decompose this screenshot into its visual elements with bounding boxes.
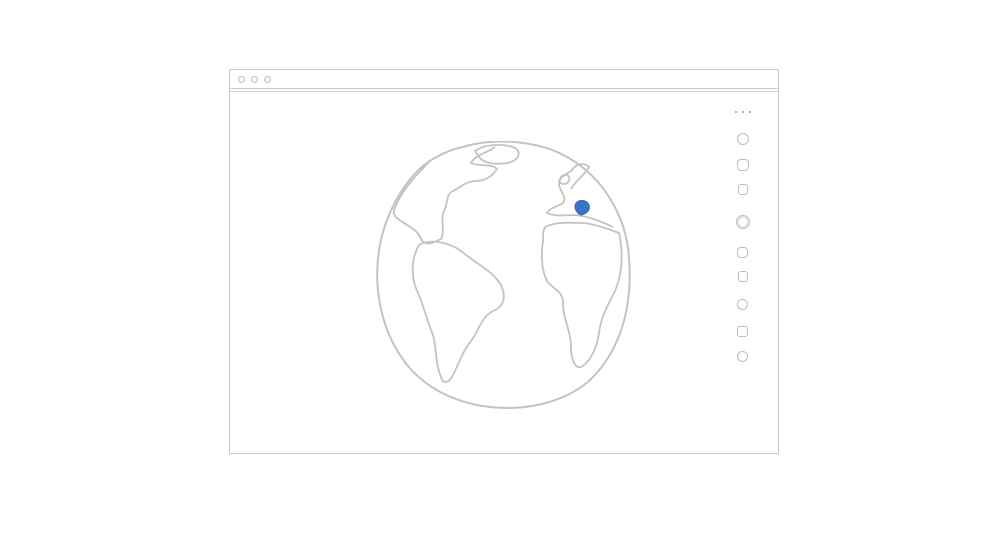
europe-outline [545, 163, 614, 228]
tool-button-4[interactable] [736, 215, 750, 229]
map-canvas[interactable] [230, 92, 778, 453]
tools-panel [730, 107, 758, 367]
tool-button-7[interactable] [737, 299, 748, 310]
location-marker[interactable] [574, 200, 590, 216]
more-dots-icon[interactable] [733, 109, 755, 117]
browser-window [229, 69, 779, 454]
tool-button-6[interactable] [738, 271, 748, 282]
globe-icon[interactable] [375, 141, 635, 411]
minimize-dot[interactable] [251, 76, 258, 83]
tool-button-1[interactable] [737, 133, 749, 145]
tool-button-5[interactable] [737, 247, 748, 258]
globe-outline [376, 141, 631, 409]
title-bar [230, 70, 778, 89]
south-america-outline [411, 240, 505, 383]
africa-outline [540, 221, 623, 369]
tool-button-2[interactable] [737, 159, 749, 171]
tool-button-3[interactable] [738, 184, 748, 195]
maximize-dot[interactable] [264, 76, 271, 83]
tool-button-9[interactable] [737, 351, 748, 362]
close-dot[interactable] [238, 76, 245, 83]
tool-button-8[interactable] [737, 326, 748, 337]
north-america-outline [392, 146, 499, 245]
